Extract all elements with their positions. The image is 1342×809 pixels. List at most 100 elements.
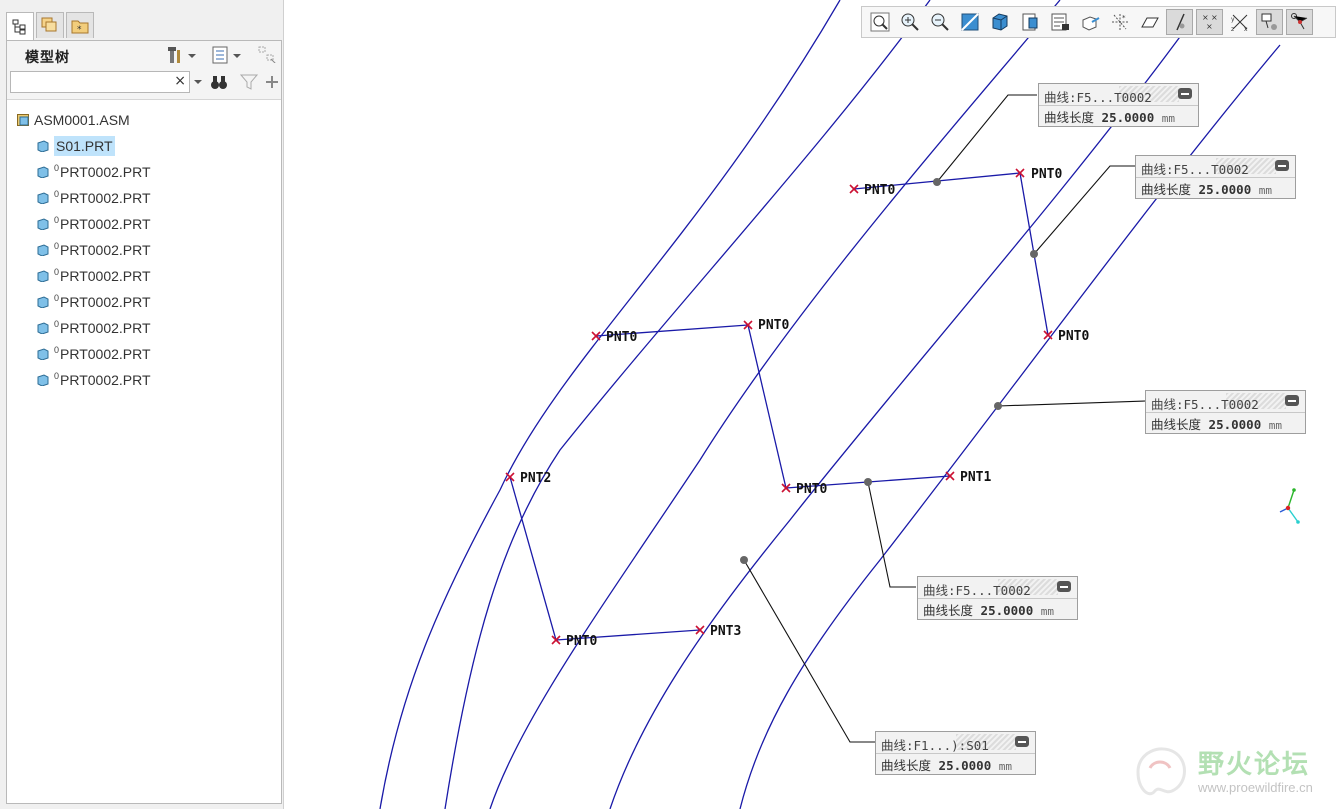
repaint-button[interactable]	[956, 9, 983, 35]
leader-line	[743, 559, 875, 743]
minimize-icon[interactable]	[1178, 88, 1192, 99]
refit-button[interactable]	[866, 9, 893, 35]
datum-axis-toggle-button[interactable]	[1166, 9, 1193, 35]
point-label[interactable]: PNT1	[960, 470, 991, 485]
minimize-icon[interactable]	[1015, 736, 1029, 747]
connections	[509, 172, 1049, 641]
note-title: 曲线:F5...T0002	[1141, 162, 1249, 177]
leader-anchor	[740, 556, 748, 564]
segment[interactable]	[747, 324, 787, 489]
point-label[interactable]: PNT0	[796, 482, 827, 497]
point-label[interactable]: PNT0	[1031, 167, 1062, 182]
leader-anchor	[864, 478, 872, 486]
svg-text:×: ×	[1211, 13, 1218, 22]
csys-display-button[interactable]: yz x	[1226, 9, 1253, 35]
note-divider	[1136, 177, 1295, 178]
note-title: 曲线:F5...T0002	[923, 583, 1031, 598]
datum-plane-display-button[interactable]	[1136, 9, 1163, 35]
zoom-out-icon	[931, 13, 949, 31]
watermark: 野火论坛 www.proewildfire.cn	[1130, 742, 1340, 804]
curve[interactable]	[609, 29, 1186, 809]
curve[interactable]	[379, 0, 841, 809]
watermark-url: www.proewildfire.cn	[1198, 780, 1313, 795]
curve[interactable]	[444, 0, 931, 809]
note-label: 曲线长度	[923, 603, 974, 618]
point-label[interactable]: PNT0	[864, 183, 895, 198]
zoom-out-button[interactable]	[926, 9, 953, 35]
annotation-display-icon	[1261, 13, 1277, 30]
zoom-fit-icon	[870, 12, 889, 32]
note-unit: mm	[1040, 605, 1055, 618]
saved-views-icon	[1022, 13, 1037, 31]
note-value: 25.0000	[1208, 417, 1262, 432]
note-unit: mm	[1258, 184, 1273, 197]
note-unit: mm	[1268, 419, 1283, 432]
note-value-row: 曲线长度 25.0000 mm	[1141, 179, 1272, 198]
zoom-in-button[interactable]	[896, 9, 923, 35]
note-value-row: 曲线长度 25.0000 mm	[1044, 107, 1175, 126]
svg-text:z: z	[1231, 26, 1234, 32]
measure-note[interactable]: 曲线:F1...):S01 曲线长度 25.0000 mm	[875, 731, 1036, 775]
segment[interactable]	[509, 476, 557, 641]
csys-display-icon: yz x	[1231, 14, 1248, 32]
leader-line	[867, 481, 916, 588]
repaint-icon	[960, 13, 979, 31]
datum-axis-display-button[interactable]: *	[1106, 9, 1133, 35]
note-title: 曲线:F5...T0002	[1044, 90, 1152, 105]
note-label: 曲线长度	[1141, 182, 1192, 197]
leader-dots	[740, 178, 1038, 564]
point-label[interactable]: PNT0	[758, 318, 789, 333]
leaders	[743, 94, 1147, 743]
minimize-icon[interactable]	[1275, 160, 1289, 171]
spin-center-button[interactable]	[1286, 9, 1313, 35]
datum-point-icon[interactable]	[505, 472, 515, 482]
watermark-title: 野火论坛	[1198, 750, 1311, 780]
perspective-button[interactable]	[1076, 9, 1103, 35]
note-value: 25.0000	[938, 758, 992, 773]
svg-text:×: ×	[1206, 22, 1213, 31]
measure-note[interactable]: 曲线:F5...T0002 曲线长度 25.0000 mm	[1135, 155, 1296, 199]
view-toolbar: * × × × yz x	[861, 6, 1336, 38]
leader-anchor	[933, 178, 941, 186]
point-label[interactable]: PNT3	[710, 624, 741, 639]
axis-display-icon	[1175, 13, 1185, 31]
svg-text:×: ×	[1202, 13, 1209, 22]
view-manager-button[interactable]	[1046, 9, 1073, 35]
zoom-in-icon	[901, 13, 919, 31]
perspective-icon	[1082, 16, 1099, 31]
spin-center-icon	[1290, 13, 1307, 30]
measure-note[interactable]: 曲线:F5...T0002 曲线长度 25.0000 mm	[1038, 83, 1199, 127]
measure-note[interactable]: 曲线:F5...T0002 曲线长度 25.0000 mm	[1145, 390, 1306, 434]
svg-text:*: *	[1122, 14, 1126, 22]
svg-text:y: y	[1231, 16, 1235, 23]
note-value-row: 曲线长度 25.0000 mm	[1151, 414, 1282, 433]
annotation-display-button[interactable]	[1256, 9, 1283, 35]
leader-anchor	[1030, 250, 1038, 258]
note-value-row: 曲线长度 25.0000 mm	[923, 600, 1054, 619]
note-value-row: 曲线长度 25.0000 mm	[881, 755, 1012, 774]
leader-line	[936, 94, 1037, 183]
point-label[interactable]: PNT0	[606, 330, 637, 345]
minimize-icon[interactable]	[1057, 581, 1071, 592]
display-style-button[interactable]	[986, 9, 1013, 35]
note-title: 曲线:F5...T0002	[1151, 397, 1259, 412]
note-value: 25.0000	[1198, 182, 1252, 197]
note-value: 25.0000	[1101, 110, 1155, 125]
view-manager-icon	[1051, 13, 1069, 31]
note-unit: mm	[1161, 112, 1176, 125]
note-value: 25.0000	[980, 603, 1034, 618]
point-label[interactable]: PNT0	[1058, 329, 1089, 344]
leader-anchor	[994, 402, 1002, 410]
point-label[interactable]: PNT0	[566, 634, 597, 649]
note-label: 曲线长度	[1044, 110, 1095, 125]
leader-line	[997, 400, 1147, 407]
measure-note[interactable]: 曲线:F5...T0002 曲线长度 25.0000 mm	[917, 576, 1078, 620]
point-display-button[interactable]: × × ×	[1196, 9, 1223, 35]
note-divider	[1039, 105, 1198, 106]
saved-views-button[interactable]	[1016, 9, 1043, 35]
point-label[interactable]: PNT2	[520, 471, 551, 486]
note-title: 曲线:F1...):S01	[881, 738, 989, 753]
shaded-cube-icon	[992, 13, 1007, 31]
minimize-icon[interactable]	[1285, 395, 1299, 406]
curve[interactable]	[489, 0, 1061, 809]
